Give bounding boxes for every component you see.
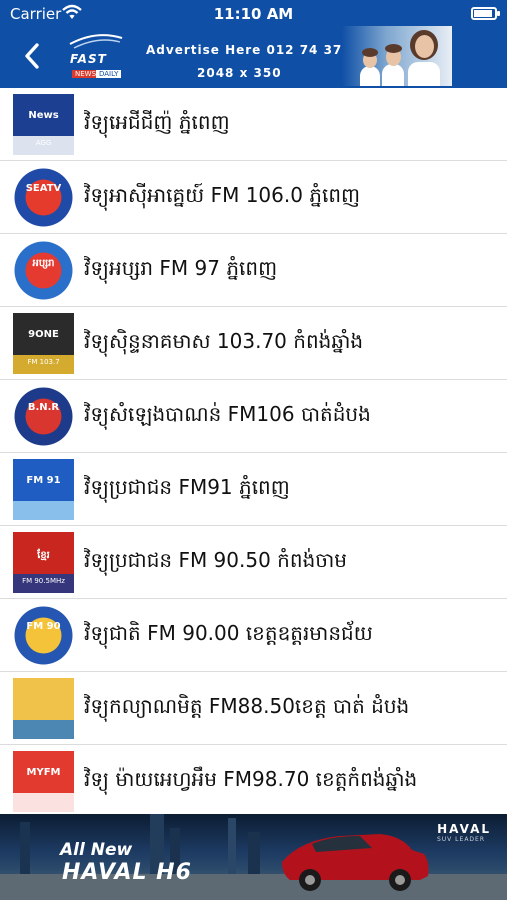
station-row[interactable]: FM 91 វិទ្យុប្រជាជន FM91 ភ្នំពេញ: [0, 453, 507, 526]
footer-ad-banner[interactable]: All New HAVAL H6 HAVAL SUV LEADER: [0, 814, 507, 900]
battery-icon: [471, 7, 500, 20]
station-row[interactable]: SEATV វិទ្យុអាស៊ីអាគ្នេយ៍ FM 106.0 ភ្នំពេ…: [0, 161, 507, 234]
station-logo: SEATV: [13, 167, 74, 228]
station-row[interactable]: វិទ្យុកល្យាណមិត្ត FM88.50ខេត្ត បាត់ ដំបង: [0, 672, 507, 745]
station-row[interactable]: MYFM វិទ្យុ ម៉ាយអេហ្វអឹម FM98.70 ខេត្តកំព…: [0, 745, 507, 818]
station-row[interactable]: ខ្មែរ FM 90.5MHz វិទ្យុប្រជាជន FM 90.50 កំ…: [0, 526, 507, 599]
banner-brand-sub: SUV LEADER: [436, 836, 485, 843]
station-logo: អប្សរា: [13, 240, 74, 301]
station-logo: FM 90: [13, 605, 74, 666]
ad-line-2: 2048 x 350: [197, 66, 282, 80]
station-row[interactable]: អប្សរា វិទ្យុអប្សរា FM 97 ភ្នំពេញ: [0, 234, 507, 307]
clock: 11:10 AM: [213, 5, 294, 23]
station-list: News AGG វិទ្យុអេជីជីញ៉ ភ្នំពេញ SEATV វិទ្យុ…: [0, 88, 507, 818]
station-logo-text: B.N.R: [27, 402, 60, 413]
station-logo: News AGG: [13, 94, 74, 155]
station-logo: 9ONE FM 103.7: [13, 313, 74, 374]
station-name: វិទ្យុអេជីជីញ៉ ភ្នំពេញ: [84, 110, 230, 134]
back-button[interactable]: [14, 38, 50, 74]
station-row[interactable]: FM 90 វិទ្យុជាតិ FM 90.00 ខេត្តឧត្តរមានជ័…: [0, 599, 507, 672]
station-name: វិទ្យុប្រជាជន FM 90.50 កំពង់ចាម: [84, 548, 347, 572]
station-logo: B.N.R: [13, 386, 74, 447]
ad-image: [342, 26, 452, 86]
station-logo-text: អប្សរា: [32, 258, 55, 269]
ad-line-1: Advertise Here 012 74 37 75: [146, 43, 367, 57]
station-logo-text: SEATV: [25, 183, 62, 194]
station-logo-subtext: AGG: [35, 139, 52, 147]
station-logo-text: 9ONE: [28, 329, 59, 340]
station-name: វិទ្យុអាស៊ីអាគ្នេយ៍ FM 106.0 ភ្នំពេញ: [84, 183, 361, 207]
station-logo-text: ខ្មែរ: [37, 550, 50, 561]
station-logo-text: FM 90: [26, 621, 61, 632]
station-row[interactable]: B.N.R វិទ្យុសំឡេងបាណន់ FM106 បាត់ដំបង: [0, 380, 507, 453]
station-logo-text: FM 91: [26, 475, 61, 486]
station-name: វិទ្យុអប្សរា FM 97 ភ្នំពេញ: [84, 256, 278, 280]
banner-line-2: HAVAL H6: [62, 860, 192, 885]
station-name: វិទ្យុជាតិ FM 90.00 ខេត្តឧត្តរមានជ័យ: [84, 621, 373, 645]
logo-tag-news: NEWS: [72, 70, 100, 78]
station-name: វិទ្យុកល្យាណមិត្ត FM88.50ខេត្ត បាត់ ដំបង: [84, 694, 410, 718]
station-name: វិទ្យុប្រជាជន FM91 ភ្នំពេញ: [84, 475, 290, 499]
logo-tag-daily: DAILY: [96, 70, 122, 78]
station-logo: FM 91: [13, 459, 74, 520]
station-logo: ខ្មែរ FM 90.5MHz: [13, 532, 74, 593]
station-logo: [13, 678, 74, 739]
station-logo-subtext: FM 103.7: [27, 358, 60, 366]
station-logo-text: MYFM: [26, 767, 61, 778]
station-logo-subtext: FM 90.5MHz: [22, 577, 65, 585]
station-logo: MYFM: [13, 751, 74, 812]
station-row[interactable]: News AGG វិទ្យុអេជីជីញ៉ ភ្នំពេញ: [0, 88, 507, 161]
station-row[interactable]: 9ONE FM 103.7 វិទ្យុស៊ិន្ទនាគមាស 103.70 កំ…: [0, 307, 507, 380]
station-name: វិទ្យុសំឡេងបាណន់ FM106 បាត់ដំបង: [84, 402, 371, 426]
header-ad[interactable]: Advertise Here 012 74 37 75 2048 x 350: [132, 26, 452, 86]
top-bar: Carrier 11:10 AM FAST NEWS DAILY Adverti…: [0, 0, 507, 88]
chevron-left-icon: [25, 43, 39, 69]
station-name: វិទ្យុស៊ិន្ទនាគមាស 103.70 កំពង់ឆ្នាំង: [84, 329, 364, 353]
app-logo: FAST NEWS DAILY: [66, 30, 126, 80]
banner-line-1: All New: [60, 840, 133, 860]
logo-text: FAST: [70, 52, 107, 66]
station-name: វិទ្យុ ម៉ាយអេហ្វអឹម FM98.70 ខេត្តកំពង់ឆ្…: [84, 767, 418, 791]
status-bar: Carrier 11:10 AM: [0, 0, 507, 28]
banner-brand: HAVAL: [437, 822, 491, 836]
station-logo-text: News: [28, 110, 59, 121]
